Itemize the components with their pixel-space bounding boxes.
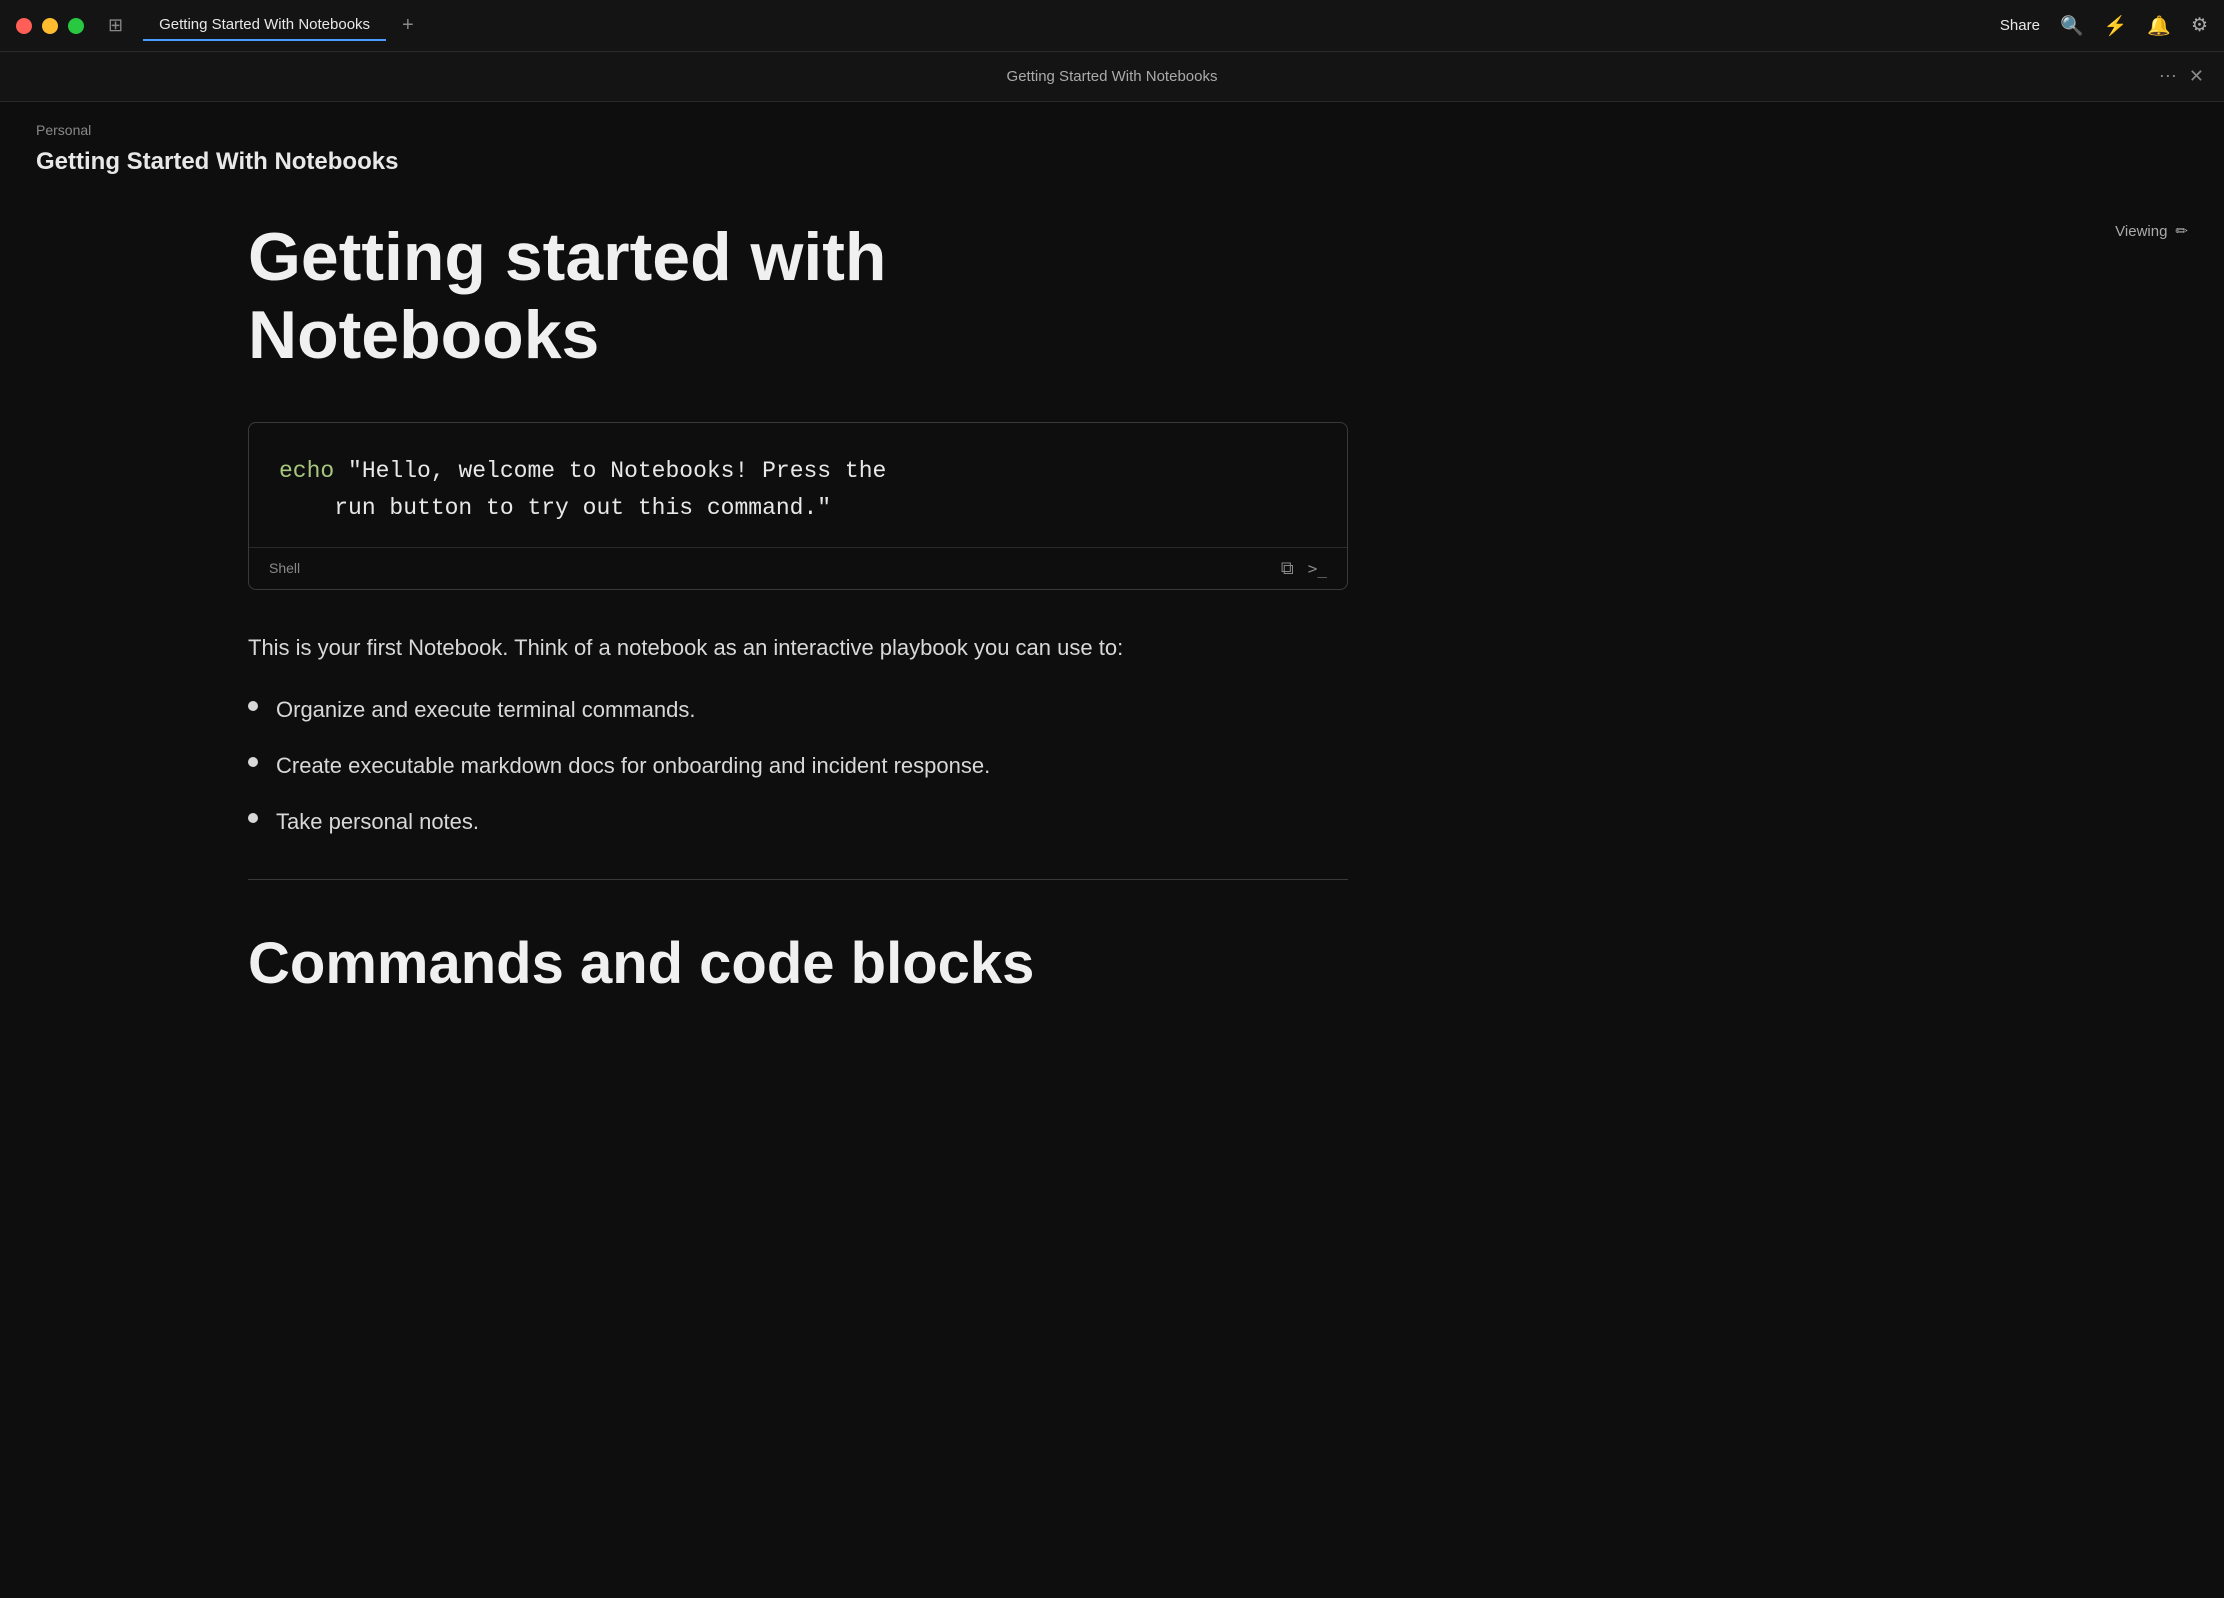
bullet-dot xyxy=(248,701,258,711)
code-footer: Shell ⧉ >_ xyxy=(249,547,1347,589)
close-traffic-light[interactable] xyxy=(16,18,32,34)
maximize-traffic-light[interactable] xyxy=(68,18,84,34)
breadcrumb: Personal xyxy=(36,122,2188,138)
list-item-text: Create executable markdown docs for onbo… xyxy=(276,749,990,783)
minimize-traffic-light[interactable] xyxy=(42,18,58,34)
toolbar-actions: ⋯ ✕ xyxy=(2159,66,2204,87)
code-actions: ⧉ >_ xyxy=(1281,558,1327,579)
document-heading-1: Getting started withNotebooks xyxy=(248,218,948,374)
page-title: Getting Started With Notebooks xyxy=(36,148,2188,176)
search-icon[interactable]: 🔍 xyxy=(2060,14,2084,38)
viewing-label: Viewing xyxy=(2115,223,2167,240)
toolbar-close-icon[interactable]: ✕ xyxy=(2189,66,2204,87)
list-item-text: Organize and execute terminal commands. xyxy=(276,693,695,727)
active-tab[interactable]: Getting Started With Notebooks xyxy=(143,10,386,41)
list-item: Organize and execute terminal commands. xyxy=(248,693,1298,727)
toolbar-more-icon[interactable]: ⋯ xyxy=(2159,66,2177,87)
traffic-lights xyxy=(16,18,84,34)
section-divider xyxy=(248,879,1348,880)
document-heading-2: Commands and code blocks xyxy=(248,930,1148,997)
code-string: "Hello, welcome to Notebooks! Press the … xyxy=(279,458,886,521)
bullet-dot xyxy=(248,757,258,767)
intro-paragraph: This is your first Notebook. Think of a … xyxy=(248,630,1298,665)
sidebar-toggle-icon[interactable]: ⊞ xyxy=(108,15,123,36)
list-item: Take personal notes. xyxy=(248,805,1298,839)
list-item: Create executable markdown docs for onbo… xyxy=(248,749,1298,783)
tab-label: Getting Started With Notebooks xyxy=(159,16,370,33)
toolbar-document-title: Getting Started With Notebooks xyxy=(1007,68,1218,85)
tab-bar: Getting Started With Notebooks + xyxy=(143,10,2000,41)
notifications-icon[interactable]: 🔔 xyxy=(2147,14,2171,38)
lightning-icon[interactable]: ⚡ xyxy=(2104,14,2128,38)
share-button[interactable]: Share xyxy=(2000,17,2040,34)
new-tab-button[interactable]: + xyxy=(394,10,422,41)
code-language-label: Shell xyxy=(269,560,300,576)
settings-icon[interactable]: ⚙ xyxy=(2191,14,2208,37)
feature-list: Organize and execute terminal commands. … xyxy=(248,693,1298,839)
secondary-toolbar: Getting Started With Notebooks ⋯ ✕ xyxy=(0,52,2224,102)
main-content: Getting started withNotebooks echo "Hell… xyxy=(212,188,2012,1047)
edit-icon[interactable]: ✏ xyxy=(2175,222,2188,240)
bullet-dot xyxy=(248,813,258,823)
run-code-icon[interactable]: >_ xyxy=(1308,559,1327,578)
copy-code-icon[interactable]: ⧉ xyxy=(1281,558,1294,579)
page-header: Personal Getting Started With Notebooks … xyxy=(0,102,2224,188)
list-item-text: Take personal notes. xyxy=(276,805,479,839)
title-bar: ⊞ Getting Started With Notebooks + Share… xyxy=(0,0,2224,52)
title-bar-right: Share 🔍 ⚡ 🔔 ⚙ xyxy=(2000,14,2208,38)
code-content: echo "Hello, welcome to Notebooks! Press… xyxy=(249,423,1347,547)
viewing-control[interactable]: Viewing ✏ xyxy=(2115,222,2188,240)
code-block: echo "Hello, welcome to Notebooks! Press… xyxy=(248,422,1348,590)
code-keyword: echo xyxy=(279,458,334,484)
